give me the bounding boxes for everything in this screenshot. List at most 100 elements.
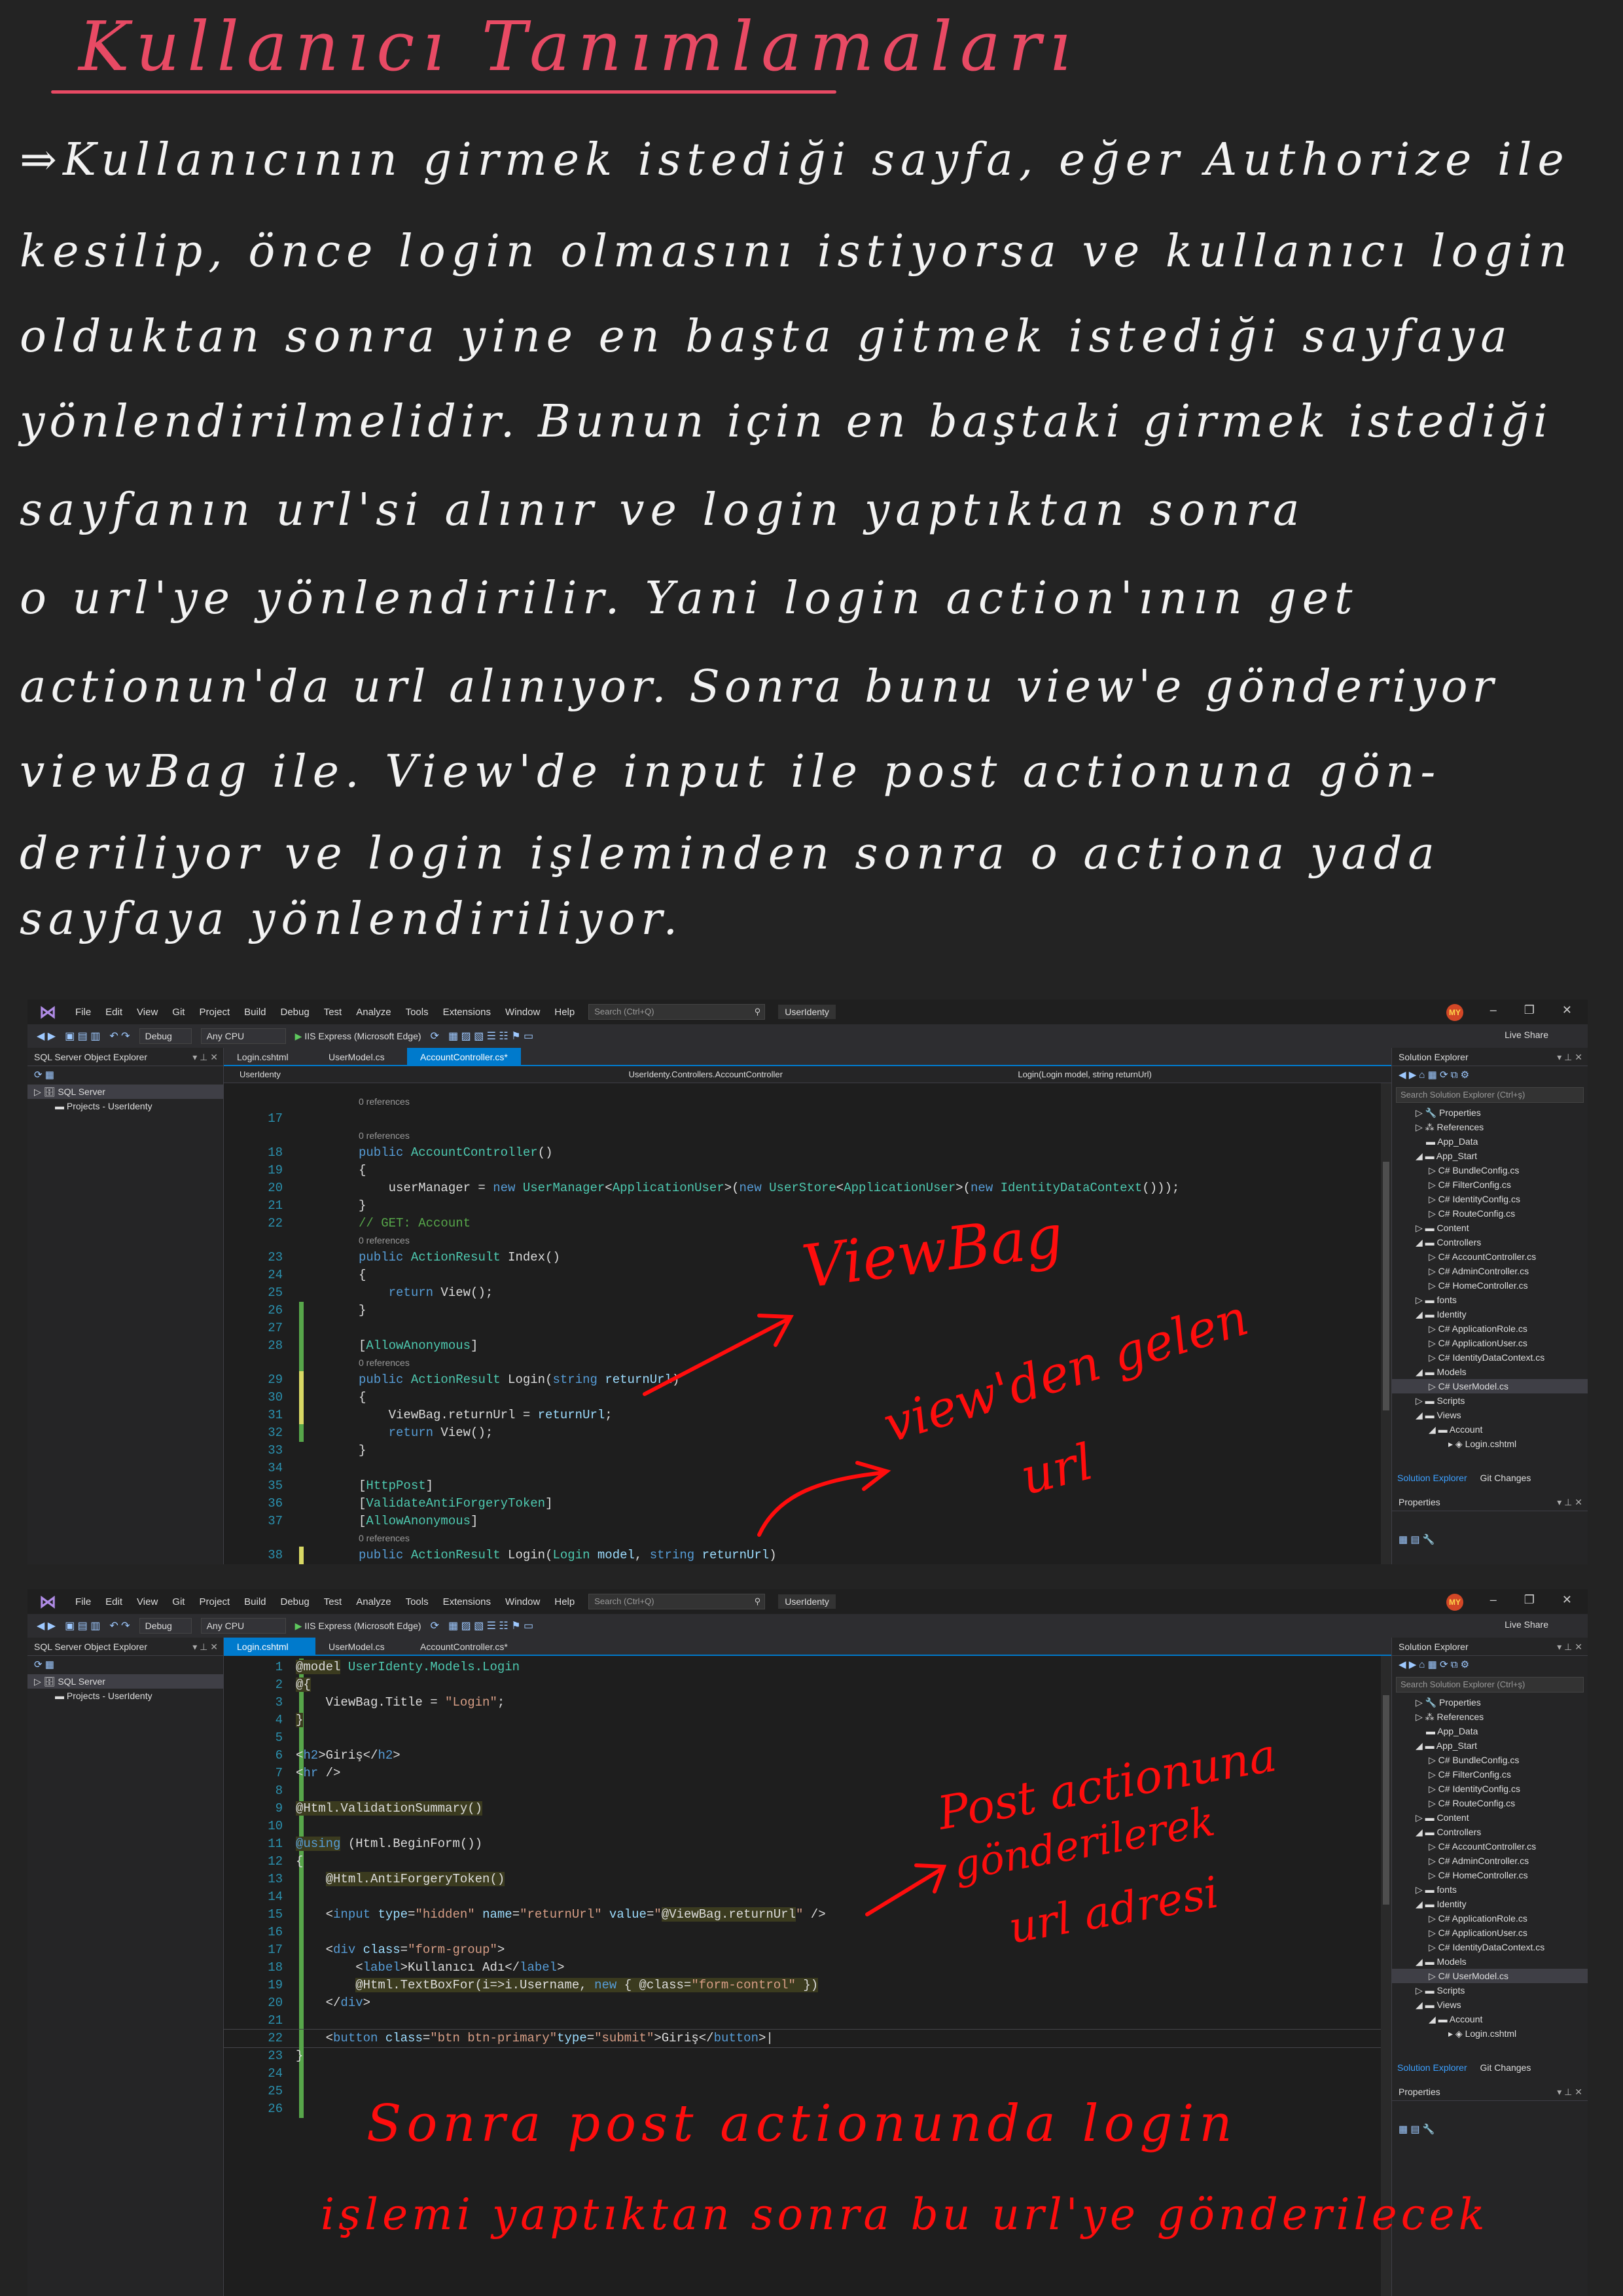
menu-edit[interactable]: Edit: [98, 1596, 130, 1607]
avatar[interactable]: MY: [1446, 1004, 1463, 1021]
minimize-icon[interactable]: –: [1490, 1003, 1497, 1017]
tab-login-cshtml[interactable]: Login.cshtml: [224, 1638, 315, 1655]
maximize-icon[interactable]: ❐: [1524, 1593, 1535, 1607]
tree-item[interactable]: ◢ ▬ Models: [1392, 1365, 1588, 1379]
tab-git-changes[interactable]: Git Changes: [1475, 1473, 1537, 1483]
undo-redo-icon[interactable]: ↶ ↷: [109, 1030, 130, 1043]
tree-item[interactable]: ▷ C# ApplicationUser.cs: [1392, 1926, 1588, 1940]
nav-project[interactable]: UserIdenty: [224, 1066, 613, 1083]
tree-item[interactable]: ▷ C# AccountController.cs: [1392, 1249, 1588, 1264]
tree-item[interactable]: ◢ ▬ Views: [1392, 1408, 1588, 1422]
tree-item[interactable]: ▬ App_Data: [1392, 1724, 1588, 1738]
tree-item[interactable]: ▷ C# ApplicationRole.cs: [1392, 1321, 1588, 1336]
configuration-select[interactable]: Debug: [139, 1618, 192, 1634]
tree-item[interactable]: ▬ App_Data: [1392, 1134, 1588, 1149]
vertical-scrollbar[interactable]: [1381, 1083, 1391, 1564]
panel-toolbar[interactable]: ◀ ▶ ⌂ ▦ ⟳ ⧉ ⚙: [1392, 1656, 1588, 1674]
solution-search-input[interactable]: Search Solution Explorer (Ctrl+ş): [1396, 1087, 1584, 1103]
solution-search-input[interactable]: Search Solution Explorer (Ctrl+ş): [1396, 1677, 1584, 1693]
close-icon[interactable]: ✕: [1562, 1003, 1572, 1017]
tree-item[interactable]: ▷ ▬ Scripts: [1392, 1393, 1588, 1408]
tree-item[interactable]: ▷ C# IdentityConfig.cs: [1392, 1192, 1588, 1206]
menu-file[interactable]: File: [68, 1007, 98, 1018]
menu-tools[interactable]: Tools: [399, 1596, 436, 1607]
properties-toolbar[interactable]: ▦ ▤ 🔧: [1392, 1531, 1588, 1549]
tab-solution-explorer[interactable]: Solution Explorer: [1392, 1473, 1472, 1483]
tree-item[interactable]: ▷ C# AdminController.cs: [1392, 1264, 1588, 1278]
search-input[interactable]: Search (Ctrl+Q) ⚲: [588, 1004, 766, 1020]
tab-solution-explorer[interactable]: Solution Explorer: [1392, 2062, 1472, 2073]
menu-help[interactable]: Help: [547, 1596, 582, 1607]
tree-item[interactable]: ▷ C# UserModel.cs: [1392, 1969, 1588, 1983]
scrollbar-thumb[interactable]: [1383, 1695, 1389, 1905]
tab-usermodel-cs[interactable]: UserModel.cs: [315, 1048, 407, 1065]
tab-login-cshtml[interactable]: Login.cshtml: [224, 1048, 315, 1065]
tree-item[interactable]: ▷ C# HomeController.cs: [1392, 1278, 1588, 1293]
tree-item[interactable]: ▸ ◈ Login.cshtml: [1392, 1437, 1588, 1451]
back-forward-icon[interactable]: ◀ ▶: [37, 1619, 56, 1632]
menu-analyze[interactable]: Analyze: [349, 1596, 398, 1607]
menu-edit[interactable]: Edit: [98, 1007, 130, 1018]
maximize-icon[interactable]: ❐: [1524, 1003, 1535, 1017]
tree-item-projects[interactable]: ▬ Projects - UserIdenty: [27, 1689, 223, 1703]
tree-item[interactable]: ▷ ▬ Content: [1392, 1810, 1588, 1825]
platform-select[interactable]: Any CPU: [200, 1028, 286, 1044]
tree-item[interactable]: ▷ ▬ fonts: [1392, 1293, 1588, 1307]
menu-debug[interactable]: Debug: [274, 1596, 317, 1607]
tree-item[interactable]: ▷ C# ApplicationRole.cs: [1392, 1911, 1588, 1926]
tab-git-changes[interactable]: Git Changes: [1475, 2062, 1537, 2073]
tree-item[interactable]: ▷ C# BundleConfig.cs: [1392, 1753, 1588, 1767]
pin-close-icon[interactable]: ▾ ⊥ ✕: [1557, 1638, 1582, 1656]
tree-item[interactable]: ▷ C# AdminController.cs: [1392, 1854, 1588, 1868]
menu-git[interactable]: Git: [165, 1007, 192, 1018]
save-all-icon[interactable]: ▣ ▤ ▥: [65, 1030, 100, 1043]
tree-item[interactable]: ◢ ▬ Identity: [1392, 1307, 1588, 1321]
run-button[interactable]: ▶ IIS Express (Microsoft Edge): [295, 1031, 421, 1042]
menu-test[interactable]: Test: [317, 1596, 349, 1607]
tab-accountcontroller-cs[interactable]: AccountController.cs*: [407, 1638, 521, 1655]
tree-item[interactable]: ▷ C# BundleConfig.cs: [1392, 1163, 1588, 1177]
menu-git[interactable]: Git: [165, 1596, 192, 1607]
panel-toolbar[interactable]: ⟳ ▦: [27, 1656, 223, 1674]
tree-item[interactable]: ◢ ▬ Views: [1392, 1998, 1588, 2012]
tree-item[interactable]: ▷ C# IdentityDataContext.cs: [1392, 1940, 1588, 1954]
close-icon[interactable]: ✕: [1562, 1593, 1572, 1607]
tab-accountcontroller-cs[interactable]: AccountController.cs*: [407, 1048, 521, 1065]
menu-project[interactable]: Project: [192, 1007, 237, 1018]
menu-tools[interactable]: Tools: [399, 1007, 436, 1018]
tree-item[interactable]: ◢ ▬ Models: [1392, 1954, 1588, 1969]
tree-item[interactable]: ◢ ▬ Account: [1392, 1422, 1588, 1437]
properties-toolbar[interactable]: ▦ ▤ 🔧: [1392, 2121, 1588, 2139]
panel-toolbar[interactable]: ⟳ ▦: [27, 1066, 223, 1085]
refresh-icon[interactable]: ⟳: [431, 1030, 439, 1043]
tree-item[interactable]: ◢ ▬ Identity: [1392, 1897, 1588, 1911]
menu-analyze[interactable]: Analyze: [349, 1007, 398, 1018]
live-share-button[interactable]: Live Share: [1505, 1030, 1548, 1040]
menu-build[interactable]: Build: [237, 1596, 273, 1607]
menu-view[interactable]: View: [130, 1007, 165, 1018]
menu-build[interactable]: Build: [237, 1007, 273, 1018]
tree-item[interactable]: ▷ C# IdentityConfig.cs: [1392, 1782, 1588, 1796]
tree-item-projects[interactable]: ▬ Projects - UserIdenty: [27, 1099, 223, 1113]
tree-item[interactable]: ▷ 🔧 Properties: [1392, 1695, 1588, 1710]
minimize-icon[interactable]: –: [1490, 1593, 1497, 1607]
toolbar-icons[interactable]: ▦ ▨ ▧ ☰ ☷ ⚑ ▭: [448, 1619, 533, 1632]
tree-item[interactable]: ▷ C# FilterConfig.cs: [1392, 1177, 1588, 1192]
menu-project[interactable]: Project: [192, 1596, 237, 1607]
tree-item[interactable]: ▷ C# RouteConfig.cs: [1392, 1206, 1588, 1221]
panel-toolbar[interactable]: ◀ ▶ ⌂ ▦ ⟳ ⧉ ⚙: [1392, 1066, 1588, 1085]
tree-item[interactable]: ▷ ⁂ References: [1392, 1120, 1588, 1134]
tree-item[interactable]: ▷ 🔧 Properties: [1392, 1105, 1588, 1120]
pin-close-icon[interactable]: ▾ ⊥ ✕: [1557, 1048, 1582, 1066]
tree-item[interactable]: ▷ C# FilterConfig.cs: [1392, 1767, 1588, 1782]
tree-item[interactable]: ▷ ▬ Content: [1392, 1221, 1588, 1235]
nav-class[interactable]: UserIdenty.Controllers.AccountController: [613, 1066, 1003, 1083]
configuration-select[interactable]: Debug: [139, 1028, 192, 1044]
tree-item[interactable]: ▸ ◈ Login.cshtml: [1392, 2026, 1588, 2041]
tree-item[interactable]: ▷ ▬ Scripts: [1392, 1983, 1588, 1998]
save-all-icon[interactable]: ▣ ▤ ▥: [65, 1619, 100, 1632]
search-input[interactable]: Search (Ctrl+Q) ⚲: [588, 1594, 766, 1609]
menu-window[interactable]: Window: [498, 1007, 547, 1018]
tree-item[interactable]: ◢ ▬ Controllers: [1392, 1235, 1588, 1249]
live-share-button[interactable]: Live Share: [1505, 1619, 1548, 1630]
